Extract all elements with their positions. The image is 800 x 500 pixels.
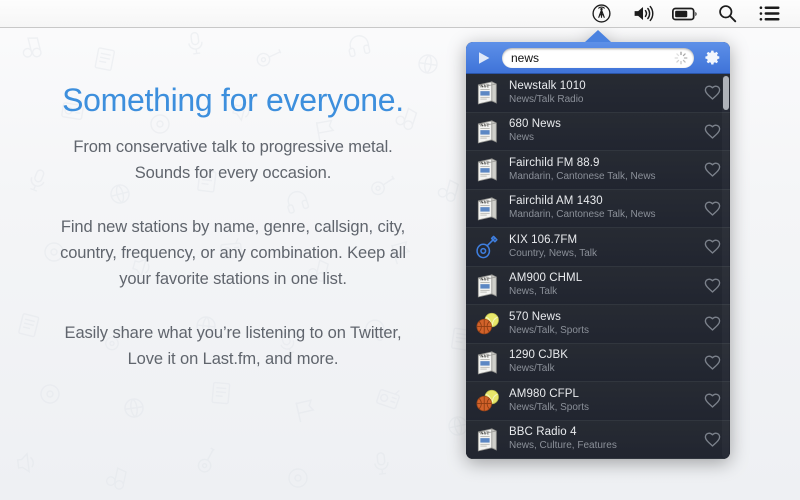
- popup-pointer-arrow: [585, 30, 611, 42]
- station-text: Newstalk 1010News/Talk Radio: [509, 80, 700, 106]
- paragraph-2-line-2: country, frequency, or any combination. …: [22, 240, 444, 266]
- paragraph-2-line-3: your favorite stations in one list.: [22, 266, 444, 292]
- scrollbar-track[interactable]: [722, 75, 729, 458]
- favorite-heart-icon[interactable]: [700, 196, 724, 220]
- paragraph-3-line-2: Love it on Last.fm, and more.: [22, 346, 444, 372]
- station-genres: News/Talk: [509, 363, 700, 375]
- station-text: 680 NewsNews: [509, 118, 700, 144]
- newspaper-icon: [474, 195, 501, 222]
- newspaper-icon: [474, 426, 501, 453]
- settings-gear-icon[interactable]: [701, 47, 723, 69]
- station-genres: News/Talk, Sports: [509, 325, 700, 337]
- paragraph-1-line-1: From conservative talk to progressive me…: [22, 134, 444, 160]
- station-genres: News, Talk: [509, 286, 700, 298]
- station-name: Fairchild AM 1430: [509, 195, 700, 208]
- station-genres: News/Talk, Sports: [509, 402, 700, 414]
- battery-icon[interactable]: [664, 0, 706, 28]
- sports-balls-icon: [474, 387, 501, 414]
- menubar: [0, 0, 800, 28]
- newspaper-icon: [474, 349, 501, 376]
- paragraph-2-line-1: Find new stations by name, genre, callsi…: [22, 214, 444, 240]
- guitar-icon: [474, 233, 501, 260]
- sports-balls-icon: [474, 310, 501, 337]
- station-row[interactable]: BBC Radio 4News, Culture, Features: [466, 421, 730, 460]
- station-name: AM980 CFPL: [509, 388, 700, 401]
- favorite-heart-icon[interactable]: [700, 389, 724, 413]
- station-list[interactable]: Newstalk 1010News/Talk Radio680 NewsNews…: [466, 74, 730, 459]
- marketing-paragraph-1: From conservative talk to progressive me…: [22, 134, 444, 186]
- station-name: 570 News: [509, 311, 700, 324]
- radio-popup-panel: Newstalk 1010News/Talk Radio680 NewsNews…: [466, 42, 730, 459]
- station-row[interactable]: 680 NewsNews: [466, 113, 730, 152]
- station-name: Fairchild FM 88.9: [509, 157, 700, 170]
- favorite-heart-icon[interactable]: [700, 235, 724, 259]
- paragraph-3-line-1: Easily share what you’re listening to on…: [22, 320, 444, 346]
- search-input[interactable]: [511, 48, 674, 68]
- station-genres: News/Talk Radio: [509, 94, 700, 106]
- volume-icon[interactable]: [622, 0, 664, 28]
- paragraph-1-line-2: Sounds for every occasion.: [22, 160, 444, 186]
- station-name: 680 News: [509, 118, 700, 131]
- station-text: 570 NewsNews/Talk, Sports: [509, 311, 700, 337]
- favorite-heart-icon[interactable]: [700, 119, 724, 143]
- favorite-heart-icon[interactable]: [700, 312, 724, 336]
- station-text: 1290 CJBKNews/Talk: [509, 349, 700, 375]
- station-row[interactable]: 1290 CJBKNews/Talk: [466, 344, 730, 383]
- favorite-heart-icon[interactable]: [700, 158, 724, 182]
- station-text: Fairchild FM 88.9Mandarin, Cantonese Tal…: [509, 157, 700, 183]
- station-row[interactable]: 570 NewsNews/Talk, Sports: [466, 305, 730, 344]
- station-name: AM900 CHML: [509, 272, 700, 285]
- popup-toolbar: [466, 42, 730, 74]
- station-row[interactable]: Fairchild FM 88.9Mandarin, Cantonese Tal…: [466, 151, 730, 190]
- station-genres: News: [509, 132, 700, 144]
- station-row[interactable]: AM900 CHMLNews, Talk: [466, 267, 730, 306]
- favorite-heart-icon[interactable]: [700, 273, 724, 297]
- station-name: BBC Radio 4: [509, 426, 700, 439]
- station-genres: News, Culture, Features: [509, 440, 700, 452]
- station-row[interactable]: Newstalk 1010News/Talk Radio: [466, 74, 730, 113]
- station-row[interactable]: Fairchild AM 1430Mandarin, Cantonese Tal…: [466, 190, 730, 229]
- station-name: 1290 CJBK: [509, 349, 700, 362]
- station-genres: Country, News, Talk: [509, 248, 700, 260]
- newspaper-icon: [474, 79, 501, 106]
- station-genres: Mandarin, Cantonese Talk, News: [509, 209, 700, 221]
- station-genres: Mandarin, Cantonese Talk, News: [509, 171, 700, 183]
- station-text: Fairchild AM 1430Mandarin, Cantonese Tal…: [509, 195, 700, 221]
- station-text: AM900 CHMLNews, Talk: [509, 272, 700, 298]
- airplay-radio-icon[interactable]: [580, 0, 622, 28]
- station-name: KIX 106.7FM: [509, 234, 700, 247]
- search-field[interactable]: [502, 48, 694, 68]
- station-row[interactable]: AM980 CFPLNews/Talk, Sports: [466, 382, 730, 421]
- newspaper-icon: [474, 156, 501, 183]
- scrollbar-thumb[interactable]: [723, 76, 729, 110]
- marketing-copy: Something for everyone. From conservativ…: [0, 80, 466, 372]
- marketing-paragraph-2: Find new stations by name, genre, callsi…: [22, 214, 444, 292]
- newspaper-icon: [474, 272, 501, 299]
- play-button[interactable]: [473, 47, 495, 69]
- favorite-heart-icon[interactable]: [700, 427, 724, 451]
- station-row[interactable]: KIX 106.7FMCountry, News, Talk: [466, 228, 730, 267]
- favorite-heart-icon[interactable]: [700, 350, 724, 374]
- loading-spinner-icon[interactable]: [674, 51, 688, 65]
- station-name: Newstalk 1010: [509, 80, 700, 93]
- station-text: BBC Radio 4News, Culture, Features: [509, 426, 700, 452]
- list-menu-icon[interactable]: [748, 0, 790, 28]
- newspaper-icon: [474, 118, 501, 145]
- favorite-heart-icon[interactable]: [700, 81, 724, 105]
- station-text: AM980 CFPLNews/Talk, Sports: [509, 388, 700, 414]
- station-text: KIX 106.7FMCountry, News, Talk: [509, 234, 700, 260]
- page-title: Something for everyone.: [22, 80, 444, 120]
- search-icon[interactable]: [706, 0, 748, 28]
- popup-body: Newstalk 1010News/Talk Radio680 NewsNews…: [466, 42, 730, 459]
- marketing-paragraph-3: Easily share what you’re listening to on…: [22, 320, 444, 372]
